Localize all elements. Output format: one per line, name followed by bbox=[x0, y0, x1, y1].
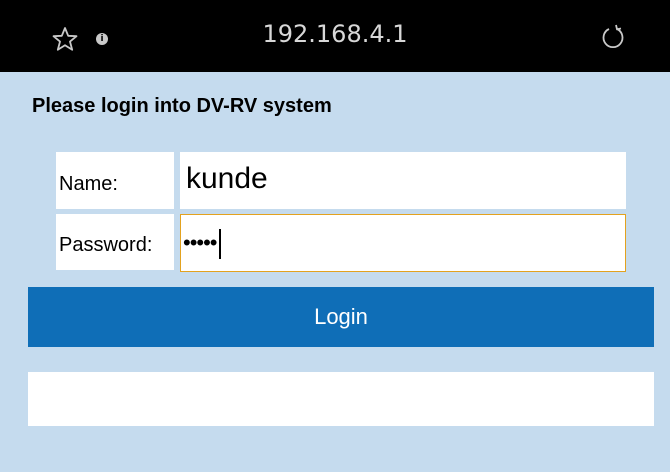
message-box bbox=[28, 372, 654, 426]
page-title: Please login into DV-RV system bbox=[32, 95, 332, 117]
password-value: ••••• bbox=[183, 229, 218, 255]
reload-icon[interactable] bbox=[600, 24, 626, 50]
login-button[interactable]: Login bbox=[28, 287, 654, 347]
name-value: kunde bbox=[186, 162, 268, 195]
url-bar[interactable]: 192.168.4.1 bbox=[0, 20, 670, 48]
name-input[interactable]: kunde bbox=[180, 152, 626, 209]
browser-toolbar: i 192.168.4.1 bbox=[0, 0, 670, 72]
password-input[interactable]: ••••• bbox=[180, 214, 626, 272]
name-label: Name: bbox=[56, 152, 174, 209]
text-caret bbox=[218, 229, 221, 259]
password-label: Password: bbox=[56, 214, 174, 270]
